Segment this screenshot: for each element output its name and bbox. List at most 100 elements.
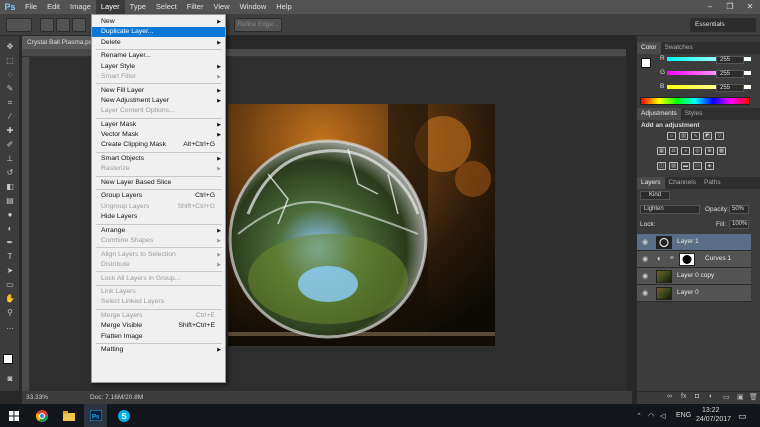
blend-mode-select[interactable]: Lighten: [640, 205, 700, 214]
menu-window[interactable]: Window: [235, 0, 272, 14]
fill-field[interactable]: 100%: [729, 220, 749, 229]
invert-icon[interactable]: ◫: [657, 162, 666, 170]
gradient-map-icon[interactable]: ▭: [693, 162, 702, 170]
layer-row-layer-0-copy[interactable]: ◉ Layer 0 copy: [637, 268, 751, 285]
clock-date[interactable]: 24/07/2017: [696, 416, 731, 423]
trash-icon[interactable]: 🗑: [749, 393, 758, 401]
eyedropper-tool-icon[interactable]: ⁄: [5, 112, 15, 121]
path-selection-tool-icon[interactable]: ➤: [5, 266, 15, 275]
channel-mixer-icon[interactable]: ⊕: [705, 147, 714, 155]
pen-tool-icon[interactable]: ✒: [5, 238, 15, 247]
notification-icon[interactable]: ▭: [738, 411, 747, 422]
selective-color-icon[interactable]: ◈: [705, 162, 714, 170]
color-lookup-icon[interactable]: ▩: [717, 147, 726, 155]
brush-tool-icon[interactable]: ✐: [5, 140, 15, 149]
quick-mask-icon[interactable]: ◙: [5, 374, 15, 383]
menu-help[interactable]: Help: [271, 0, 296, 14]
tab-channels[interactable]: Channels: [665, 177, 700, 189]
clock-time[interactable]: 13:22: [702, 407, 720, 414]
menu-item-matting[interactable]: Matting ▶: [92, 345, 225, 355]
menu-item-new-fill-layer[interactable]: New Fill Layer ▶: [92, 86, 225, 96]
fx-icon[interactable]: fx: [681, 393, 686, 400]
add-selection-icon[interactable]: [56, 18, 70, 32]
hue-saturation-icon[interactable]: ▦: [657, 147, 666, 155]
exposure-icon[interactable]: ◩: [703, 132, 712, 140]
move-tool-icon[interactable]: ✥: [5, 42, 15, 51]
tab-color[interactable]: Color: [637, 42, 661, 54]
menu-item-merge-visible[interactable]: Merge Visible Shift+Ctrl+E: [92, 321, 225, 331]
photoshop-taskbar-icon[interactable]: Ps: [84, 404, 107, 427]
menu-layer[interactable]: Layer: [95, 0, 125, 14]
crop-tool-icon[interactable]: ⌗: [5, 98, 15, 107]
r-value-field[interactable]: 255: [716, 56, 744, 64]
document-tab[interactable]: Crystal Ball Plasma.psd: [22, 36, 92, 49]
foreground-color-swatch[interactable]: [3, 354, 13, 364]
quick-selection-tool-icon[interactable]: ✎: [5, 84, 15, 93]
photo-filter-icon[interactable]: ◎: [693, 147, 702, 155]
tab-swatches[interactable]: Swatches: [661, 42, 697, 54]
tab-layers[interactable]: Layers: [637, 177, 665, 189]
zoom-tool-icon[interactable]: ⚲: [5, 308, 15, 317]
clone-stamp-tool-icon[interactable]: ⊥: [5, 154, 15, 163]
more-tools-icon[interactable]: …: [5, 322, 15, 331]
visibility-eye-icon[interactable]: ◉: [640, 238, 650, 247]
layer-row-layer-0[interactable]: ◉ Layer 0: [637, 285, 751, 302]
menu-item-group-layers[interactable]: Group Layers Ctrl+G: [92, 191, 225, 201]
menu-select[interactable]: Select: [151, 0, 182, 14]
tab-paths[interactable]: Paths: [700, 177, 725, 189]
crystal-ball-photo[interactable]: [228, 104, 495, 346]
color-spectrum[interactable]: [640, 97, 750, 105]
input-language[interactable]: ENG: [676, 412, 691, 419]
g-value-field[interactable]: 255: [716, 70, 744, 78]
menu-item-new-adjustment-layer[interactable]: New Adjustment Layer ▶: [92, 96, 225, 106]
tray-volume-icon[interactable]: ◁: [660, 412, 665, 420]
tray-people-icon[interactable]: ⌃: [636, 412, 642, 420]
workspace-select[interactable]: Essentials: [690, 18, 756, 32]
menu-item-hide-layers[interactable]: Hide Layers: [92, 212, 225, 222]
menu-image[interactable]: Image: [65, 0, 96, 14]
dodge-tool-icon[interactable]: ◐: [5, 224, 15, 233]
brightness-contrast-icon[interactable]: ☼: [667, 132, 676, 140]
black-white-icon[interactable]: ◑: [681, 147, 690, 155]
link-layers-icon[interactable]: ∞: [667, 393, 672, 400]
subtract-selection-icon[interactable]: [72, 18, 86, 32]
b-value-field[interactable]: 255: [716, 84, 744, 92]
menu-item-arrange[interactable]: Arrange ▶: [92, 226, 225, 236]
tray-wifi-icon[interactable]: ◠: [648, 412, 654, 420]
menu-item-layer-mask[interactable]: Layer Mask ▶: [92, 120, 225, 130]
opacity-field[interactable]: 50%: [729, 205, 749, 214]
menu-item-layer-style[interactable]: Layer Style ▶: [92, 62, 225, 72]
color-balance-icon[interactable]: ⚖: [669, 147, 678, 155]
zoom-level[interactable]: 33.33%: [26, 391, 48, 404]
layer-filter-kind[interactable]: Kind: [640, 191, 670, 200]
chain-link-icon[interactable]: ⚭: [669, 254, 675, 262]
layer-row-layer-1[interactable]: ◉ Layer 1: [637, 234, 751, 251]
layer-name[interactable]: Layer 0: [677, 289, 699, 296]
tool-preset-picker[interactable]: [6, 18, 32, 32]
tab-styles[interactable]: Styles: [681, 108, 707, 120]
chrome-icon[interactable]: [30, 404, 53, 427]
posterize-icon[interactable]: ▨: [669, 162, 678, 170]
menu-file[interactable]: File: [20, 0, 42, 14]
minimize-button[interactable]: –: [700, 0, 720, 14]
layer-name[interactable]: Layer 1: [677, 238, 699, 245]
new-group-icon[interactable]: ▭: [723, 393, 730, 401]
lasso-tool-icon[interactable]: ◌: [5, 70, 15, 79]
vibrance-icon[interactable]: ▽: [715, 132, 724, 140]
marquee-tool-icon[interactable]: ⬚: [5, 56, 15, 65]
layer-name[interactable]: Curves 1: [705, 255, 731, 262]
curves-icon[interactable]: ∿: [691, 132, 700, 140]
file-explorer-icon[interactable]: [57, 404, 80, 427]
layer-name[interactable]: Layer 0 copy: [677, 272, 714, 279]
menu-edit[interactable]: Edit: [42, 0, 65, 14]
menu-item-vector-mask[interactable]: Vector Mask ▶: [92, 130, 225, 140]
healing-brush-tool-icon[interactable]: ✚: [5, 126, 15, 135]
menu-item-create-clipping-mask[interactable]: Create Clipping Mask Alt+Ctrl+G: [92, 140, 225, 150]
menu-item-duplicate-layer[interactable]: Duplicate Layer...: [92, 27, 225, 38]
history-brush-tool-icon[interactable]: ↺: [5, 168, 15, 177]
new-adjustment-icon[interactable]: ◐: [709, 393, 713, 400]
menu-item-new[interactable]: New ▶: [92, 17, 225, 27]
eraser-tool-icon[interactable]: ◧: [5, 182, 15, 191]
hand-tool-icon[interactable]: ✋: [5, 294, 15, 303]
layer-row-curves-1[interactable]: ◉ ◐ ⚭ Curves 1: [637, 251, 751, 268]
